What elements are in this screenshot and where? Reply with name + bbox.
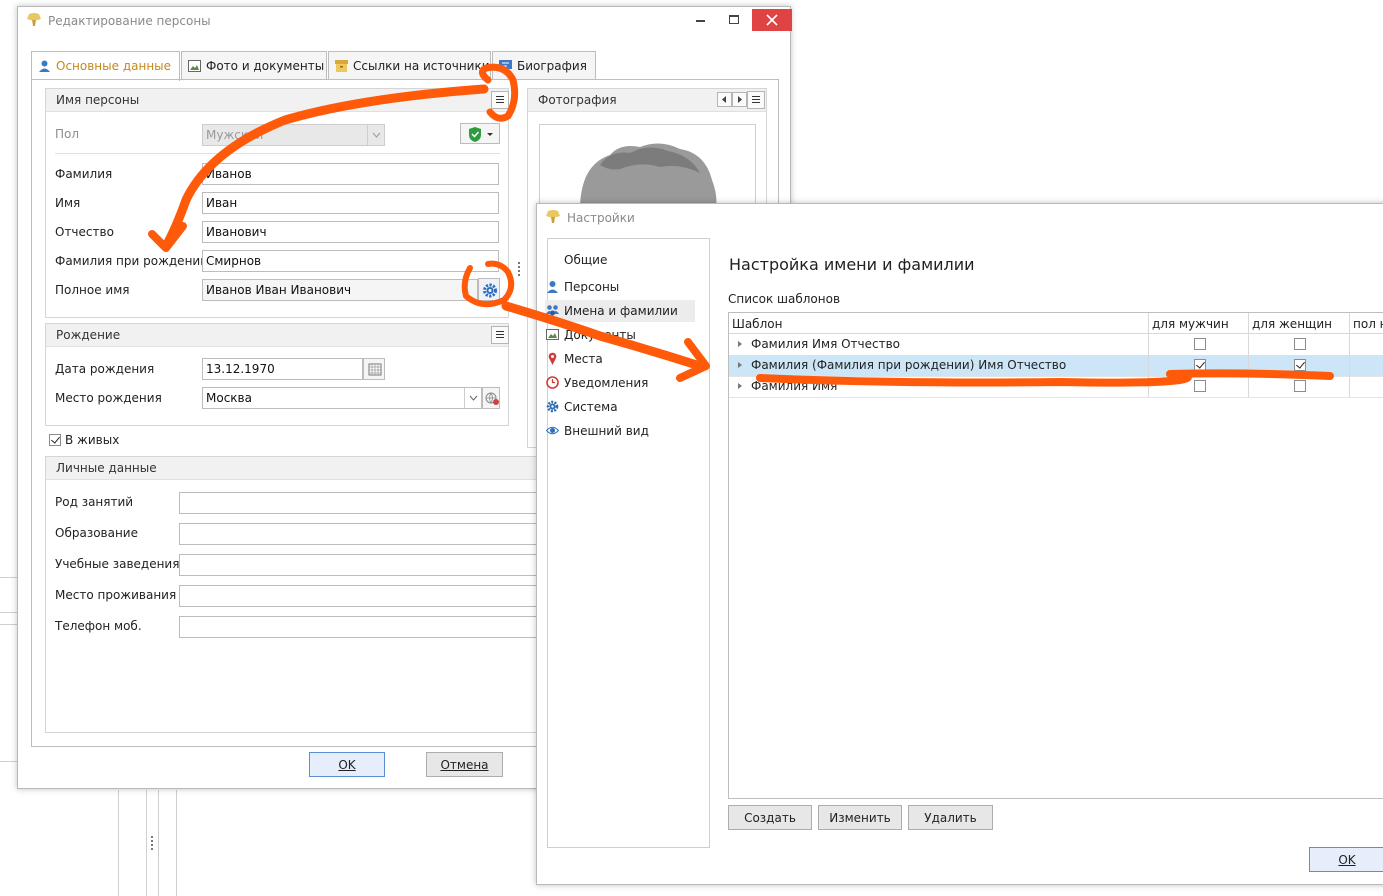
annotation-circle-menu: [479, 63, 519, 122]
annotation-circle-gear: [461, 260, 515, 308]
annotation-arrow-to-template: [501, 301, 705, 371]
annotation-arrow-to-birth-surname: [161, 84, 489, 251]
annotation-underline: [756, 369, 1334, 387]
annotation-overlay: [148, 63, 1334, 387]
